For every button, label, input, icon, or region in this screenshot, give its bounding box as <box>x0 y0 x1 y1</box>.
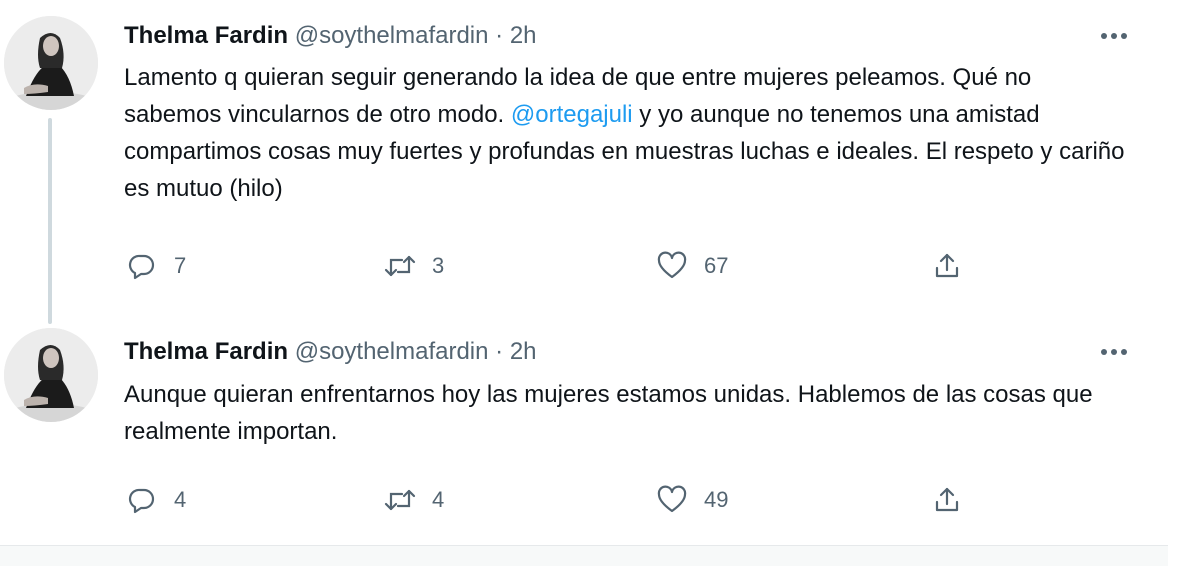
reply-count: 4 <box>174 487 187 512</box>
reply-button[interactable]: 4 <box>124 482 186 518</box>
more-options-button[interactable] <box>1094 337 1134 367</box>
display-name[interactable]: Thelma Fardin <box>124 22 288 49</box>
tweet-text: Aunque quieran enfrentarnos hoy las muje… <box>124 381 1093 445</box>
mention-link[interactable]: @ortegajuli <box>511 101 633 128</box>
more-dots-icon <box>1101 349 1127 355</box>
tweet-actions: 4 4 49 <box>124 482 1004 518</box>
like-button[interactable]: 49 <box>654 482 728 518</box>
retweet-button[interactable]: 3 <box>382 248 444 284</box>
avatar-photo <box>4 328 98 422</box>
like-count: 49 <box>704 487 729 512</box>
display-name[interactable]: Thelma Fardin <box>124 338 288 365</box>
avatar[interactable] <box>4 16 98 110</box>
timestamp[interactable]: 2h <box>510 338 537 365</box>
like-button[interactable]: 67 <box>654 248 728 284</box>
tweet-text: Lamento q quieran seguir generando la id… <box>124 59 1134 207</box>
bottom-gutter <box>0 546 1168 566</box>
heart-icon <box>654 248 690 284</box>
share-icon <box>929 248 965 284</box>
tweet-thread: Thelma Fardin @soythelmafardin · 2h Lame… <box>0 0 1169 546</box>
avatar-photo <box>4 16 98 110</box>
right-gutter <box>1168 0 1200 566</box>
retweet-icon <box>382 482 418 518</box>
tweet-header: Thelma Fardin @soythelmafardin · 2h <box>124 18 537 54</box>
reply-icon <box>124 248 160 284</box>
tweet[interactable]: Thelma Fardin @soythelmafardin · 2h Aunq… <box>0 320 1168 545</box>
retweet-count: 3 <box>432 253 445 278</box>
retweet-button[interactable]: 4 <box>382 482 444 518</box>
reply-button[interactable]: 7 <box>124 248 186 284</box>
timestamp[interactable]: 2h <box>510 22 537 49</box>
separator-dot: · <box>495 338 504 365</box>
share-button[interactable] <box>929 482 965 518</box>
share-button[interactable] <box>929 248 965 284</box>
reply-icon <box>124 482 160 518</box>
tweet[interactable]: Thelma Fardin @soythelmafardin · 2h Lame… <box>0 0 1168 324</box>
user-handle[interactable]: @soythelmafardin <box>295 22 489 49</box>
share-icon <box>929 482 965 518</box>
user-handle[interactable]: @soythelmafardin <box>295 338 489 365</box>
retweet-count: 4 <box>432 487 445 512</box>
retweet-icon <box>382 248 418 284</box>
tweet-header: Thelma Fardin @soythelmafardin · 2h <box>124 334 537 370</box>
heart-icon <box>654 482 690 518</box>
more-options-button[interactable] <box>1094 21 1134 51</box>
thread-connector-line <box>48 118 52 324</box>
more-dots-icon <box>1101 33 1127 39</box>
like-count: 67 <box>704 253 729 278</box>
tweet-actions: 7 3 67 <box>124 248 1004 284</box>
avatar[interactable] <box>4 328 98 422</box>
separator-dot: · <box>495 22 504 49</box>
reply-count: 7 <box>174 253 187 278</box>
